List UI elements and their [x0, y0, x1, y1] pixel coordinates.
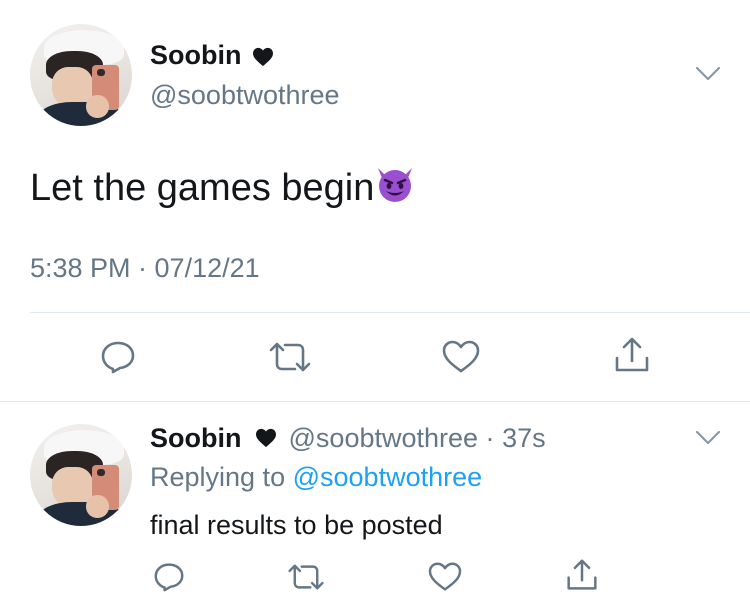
replying-to-link[interactable]: @soobtwothree [293, 462, 483, 492]
chevron-down-icon[interactable] [695, 66, 721, 87]
retweet-icon[interactable] [268, 340, 312, 379]
divider [30, 312, 750, 313]
meta-separator: · [485, 423, 495, 453]
author-handle[interactable]: @soobtwothree [289, 423, 479, 453]
avatar[interactable] [30, 424, 132, 526]
reply-icon[interactable] [100, 340, 136, 379]
divider [0, 401, 750, 402]
tweet-age: 37s [502, 423, 546, 453]
reply-text: final results to be posted [150, 510, 443, 540]
retweet-icon[interactable] [287, 562, 325, 597]
share-icon[interactable] [566, 558, 598, 597]
author-name[interactable]: Soobin [150, 40, 241, 70]
like-icon[interactable] [442, 340, 480, 379]
black-heart-icon [255, 424, 277, 455]
like-icon[interactable] [428, 562, 462, 597]
author-handle[interactable]: @soobtwothree [150, 80, 340, 111]
replying-to: Replying to @soobtwothree [150, 462, 482, 493]
black-heart-icon [252, 47, 274, 72]
tweet-text: Let the games begin [30, 167, 375, 209]
author-name[interactable]: Soobin [150, 423, 241, 453]
author-row: Soobin [150, 40, 274, 72]
smiling-imp-emoji [374, 162, 416, 214]
avatar[interactable] [30, 24, 132, 126]
timestamp[interactable]: 5:38 PM · 07/12/21 [30, 253, 260, 284]
reply-icon[interactable] [153, 562, 185, 597]
replying-to-label: Replying to [150, 462, 286, 492]
share-icon[interactable] [614, 336, 650, 379]
reply-header: Soobin @soobtwothree · 37s [150, 423, 546, 455]
chevron-down-icon[interactable] [695, 430, 721, 451]
tweet-text-row: Let the games begin [30, 162, 416, 214]
